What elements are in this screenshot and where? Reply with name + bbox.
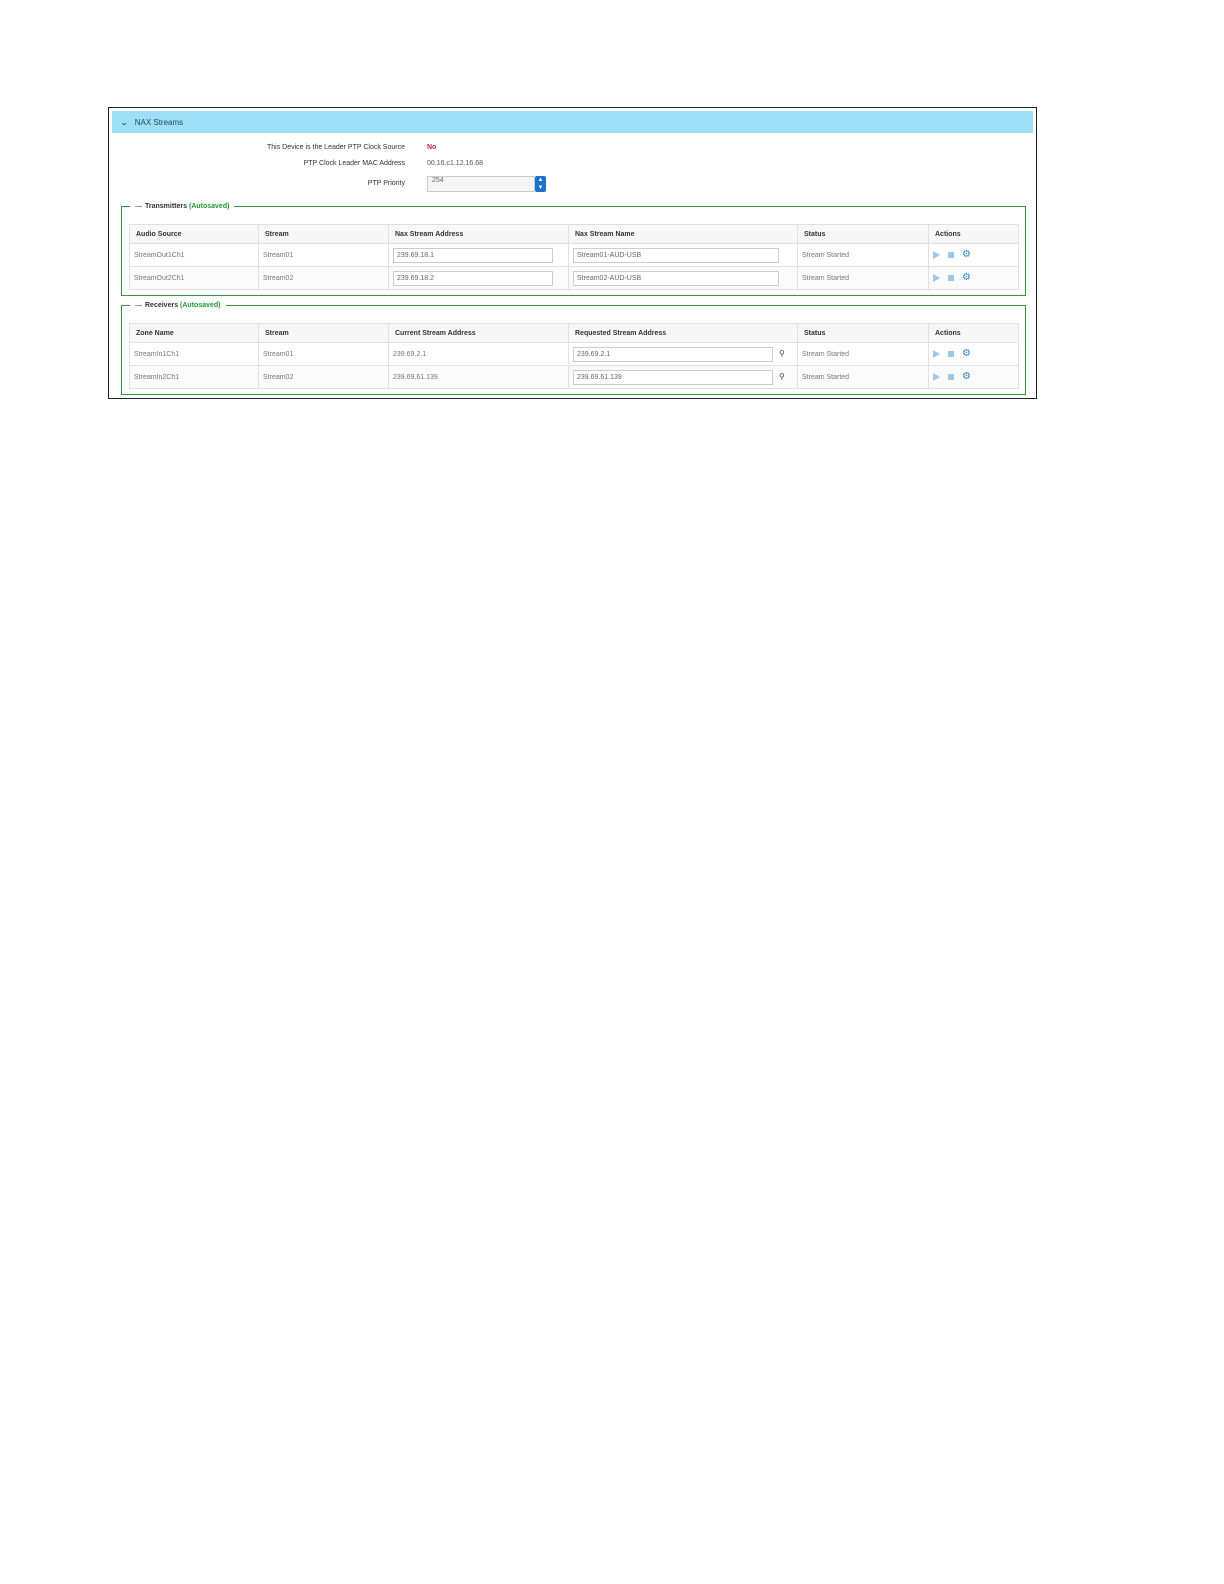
col-header[interactable]: Audio Source: [129, 224, 259, 244]
priority-value: 254: [432, 177, 444, 184]
search-icon[interactable]: ⚲: [779, 372, 785, 381]
stop-icon[interactable]: [948, 374, 954, 380]
receivers-table: Zone Name Stream Current Stream Address …: [129, 323, 1019, 389]
current-address: 239.69.61.139: [388, 365, 569, 389]
requested-cell: 239.69.61.139 ⚲: [568, 365, 798, 389]
play-icon[interactable]: [933, 251, 940, 259]
transmitters-group: — Transmitters (Autosaved) Audio Source S…: [121, 203, 1026, 296]
table-header: Zone Name Stream Current Stream Address …: [129, 323, 1019, 343]
audio-source: StreamOut1Ch1: [129, 243, 259, 267]
requested-address-input[interactable]: 239.69.2.1: [573, 346, 773, 362]
stop-icon[interactable]: [948, 351, 954, 357]
priority-label: PTP Priority: [367, 180, 405, 187]
priority-input[interactable]: 254: [427, 176, 535, 192]
stream: Stream02: [258, 365, 389, 389]
prop-leader: This Device is the Leader PTP Clock Sour…: [109, 144, 1036, 156]
receivers-title: Receivers: [145, 302, 179, 309]
table-row: StreamOut1Ch1 Stream01 239.69.18.1 Strea…: [129, 243, 1019, 267]
play-icon[interactable]: [933, 350, 940, 358]
nax-name-input[interactable]: Stream02-AUD-USB: [573, 270, 779, 286]
status: Stream Started: [797, 243, 929, 267]
actions-cell: ⚙: [928, 365, 1019, 389]
prop-mac: PTP Clock Leader MAC Address 00.16.c1.12…: [109, 160, 1036, 172]
transmitters-table: Audio Source Stream Nax Stream Address N…: [129, 224, 1019, 290]
stream: Stream01: [258, 243, 389, 267]
audio-source: StreamOut2Ch1: [129, 266, 259, 290]
stream: Stream01: [258, 342, 389, 366]
col-header[interactable]: Status: [797, 224, 929, 244]
nax-address-input[interactable]: 239.69.18.2: [393, 270, 553, 286]
col-header[interactable]: Zone Name: [129, 323, 259, 343]
actions-cell: ⚙: [928, 266, 1019, 290]
col-header: Actions: [928, 224, 1019, 244]
col-header[interactable]: Requested Stream Address: [568, 323, 798, 343]
table-row: StreamIn1Ch1 Stream01 239.69.2.1 239.69.…: [129, 342, 1019, 366]
col-header[interactable]: Status: [797, 323, 929, 343]
stop-icon[interactable]: [948, 252, 954, 258]
gear-icon[interactable]: ⚙: [962, 372, 971, 382]
col-header[interactable]: Nax Stream Name: [568, 224, 798, 244]
col-header[interactable]: Nax Stream Address: [388, 224, 569, 244]
gear-icon[interactable]: ⚙: [962, 349, 971, 359]
name-cell: Stream01-AUD-USB: [568, 243, 798, 267]
col-header: Actions: [928, 323, 1019, 343]
mac-value: 00.16.c1.12.16.68: [427, 160, 484, 167]
nax-name-input[interactable]: Stream01-AUD-USB: [573, 247, 779, 263]
table-header: Audio Source Stream Nax Stream Address N…: [129, 224, 1019, 244]
gear-icon[interactable]: ⚙: [962, 273, 971, 283]
actions-cell: ⚙: [928, 243, 1019, 267]
col-header[interactable]: Stream: [258, 224, 389, 244]
status: Stream Started: [797, 365, 929, 389]
table-row: StreamOut2Ch1 Stream02 239.69.18.2 Strea…: [129, 266, 1019, 290]
nax-address-input[interactable]: 239.69.18.1: [393, 247, 553, 263]
zone-name: StreamIn2Ch1: [129, 365, 259, 389]
chevron-down-icon[interactable]: ▼: [538, 185, 544, 191]
zone-name: StreamIn1Ch1: [129, 342, 259, 366]
chevron-up-icon[interactable]: ▲: [538, 177, 544, 183]
leader-label: This Device is the Leader PTP Clock Sour…: [267, 144, 405, 151]
transmitters-title: Transmitters: [145, 203, 188, 210]
nax-streams-panel: ⌄ NAX Streams This Device is the Leader …: [108, 107, 1037, 399]
receivers-legend: — Receivers (Autosaved): [135, 302, 221, 309]
play-icon[interactable]: [933, 274, 940, 282]
stop-icon[interactable]: [948, 275, 954, 281]
transmitters-autosaved: (Autosaved): [188, 203, 230, 210]
panel-header[interactable]: ⌄ NAX Streams: [112, 111, 1033, 133]
current-address: 239.69.2.1: [388, 342, 569, 366]
receivers-group: — Receivers (Autosaved) Zone Name Stream …: [121, 302, 1026, 395]
name-cell: Stream02-AUD-USB: [568, 266, 798, 290]
priority-stepper[interactable]: 254 ▲ ▼: [427, 176, 546, 192]
receivers-autosaved: (Autosaved): [180, 302, 221, 309]
play-icon[interactable]: [933, 373, 940, 381]
status: Stream Started: [797, 266, 929, 290]
address-cell: 239.69.18.2: [388, 266, 569, 290]
requested-address-input[interactable]: 239.69.61.139: [573, 369, 773, 385]
prop-priority: PTP Priority 254 ▲ ▼: [109, 176, 1036, 192]
col-header[interactable]: Current Stream Address: [388, 323, 569, 343]
address-cell: 239.69.18.1: [388, 243, 569, 267]
table-row: StreamIn2Ch1 Stream02 239.69.61.139 239.…: [129, 365, 1019, 389]
col-header[interactable]: Stream: [258, 323, 389, 343]
priority-spinner[interactable]: ▲ ▼: [535, 176, 546, 192]
mac-label: PTP Clock Leader MAC Address: [303, 160, 405, 167]
status: Stream Started: [797, 342, 929, 366]
panel-title: NAX Streams: [134, 117, 184, 127]
actions-cell: ⚙: [928, 342, 1019, 366]
chevron-down-icon[interactable]: ⌄: [120, 118, 129, 127]
stream: Stream02: [258, 266, 389, 290]
gear-icon[interactable]: ⚙: [962, 250, 971, 260]
leader-value: No: [427, 144, 437, 151]
search-icon[interactable]: ⚲: [779, 349, 785, 358]
transmitters-legend: — Transmitters (Autosaved): [135, 203, 230, 210]
requested-cell: 239.69.2.1 ⚲: [568, 342, 798, 366]
